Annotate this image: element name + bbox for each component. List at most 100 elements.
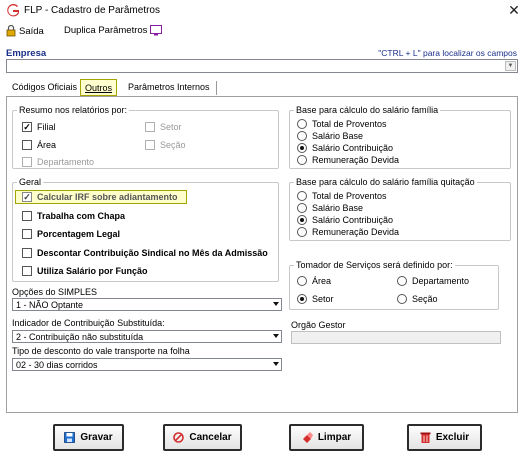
radio-tomador-departamento[interactable]: Departamento — [397, 276, 469, 286]
checkbox-box — [22, 248, 32, 258]
radio-dot — [297, 203, 307, 213]
base-quitacao-legend: Base para cálculo do salário família qui… — [296, 177, 475, 187]
checkbox-secao: Seção — [145, 140, 186, 150]
delete-label: Excluir — [435, 432, 470, 443]
checkbox-box — [22, 266, 32, 276]
radio-label: Área — [312, 276, 332, 286]
radio-label: Setor — [312, 294, 334, 304]
opcoes-simples-label: Opções do SIMPLES — [12, 287, 98, 297]
radio-quitacao-remuneracao[interactable]: Remuneração Devida — [297, 227, 399, 237]
checkbox-label: Seção — [160, 140, 186, 150]
checkbox-contribuicao-sindical[interactable]: Descontar Contribuição Sindical no Mês d… — [22, 248, 268, 258]
close-button[interactable]: ✕ — [506, 2, 522, 19]
checkbox-label: Setor — [160, 122, 182, 132]
radio-quitacao-contribuicao[interactable]: Salário Contribuição — [297, 215, 393, 225]
select-value: 02 - 30 dias corridos — [16, 360, 98, 370]
tab-label: Códigos Oficiais — [12, 82, 78, 92]
dropdown-arrow-icon — [273, 334, 279, 338]
monitor-icon — [150, 25, 163, 36]
indicador-select[interactable]: 2 - Contribuição não substituída — [12, 330, 282, 343]
radio-label: Salário Contribuição — [312, 215, 394, 225]
checkbox-label: Utiliza Salário por Função — [37, 266, 148, 276]
checkbox-porcentagem-legal[interactable]: Porcentagem Legal — [22, 229, 120, 239]
checkbox-box: ✓ — [22, 192, 32, 202]
tab-parametros-internos[interactable]: Parâmetros Internos — [126, 81, 217, 95]
eraser-icon — [302, 432, 313, 443]
checkbox-box — [22, 211, 32, 221]
tomador-legend: Tomador de Serviços será definido por: — [296, 260, 453, 270]
checkbox-label: Trabalha com Chapa — [37, 211, 126, 221]
tab-outros[interactable]: Outros — [80, 79, 118, 96]
checkbox-label: Filial — [37, 122, 56, 132]
orgao-gestor-field — [291, 331, 501, 344]
checkbox-box — [22, 229, 32, 239]
clear-button[interactable]: Limpar — [289, 424, 364, 451]
lock-icon — [6, 25, 16, 37]
radio-dot — [297, 276, 307, 286]
empresa-select[interactable]: ▼ — [6, 59, 518, 73]
clear-label: Limpar — [317, 432, 352, 443]
checkbox-label: Descontar Contribuição Sindical no Mês d… — [37, 248, 268, 258]
radio-dot — [297, 119, 307, 129]
tab-label: Parâmetros Internos — [128, 82, 210, 92]
radio-dot — [397, 276, 407, 286]
radio-familia-total[interactable]: Total de Proventos — [297, 119, 387, 129]
save-button[interactable]: Gravar — [53, 424, 124, 451]
app-logo-icon — [7, 4, 19, 17]
checkbox-label: Área — [37, 140, 57, 150]
vale-transporte-select[interactable]: 02 - 30 dias corridos — [12, 358, 282, 371]
checkbox-box — [22, 157, 32, 167]
duplicate-label: Duplica Parâmetros — [64, 25, 148, 36]
checkbox-filial[interactable]: ✓ Filial — [22, 122, 56, 132]
window-title: FLP - Cadastro de Parâmetros — [24, 5, 160, 16]
radio-tomador-secao[interactable]: Seção — [397, 294, 438, 304]
dropdown-arrow-icon — [273, 362, 279, 366]
indicador-label: Indicador de Contribuição Substituída: — [12, 318, 165, 328]
radio-quitacao-base[interactable]: Salário Base — [297, 203, 363, 213]
checkbox-box — [145, 140, 155, 150]
radio-familia-contribuicao[interactable]: Salário Contribuição — [297, 143, 393, 153]
select-value: 1 - NÃO Optante — [16, 300, 84, 310]
duplicate-params-button[interactable]: Duplica Parâmetros — [64, 25, 163, 36]
save-label: Gravar — [80, 432, 113, 443]
trash-icon — [420, 432, 431, 443]
opcoes-simples-select[interactable]: 1 - NÃO Optante — [12, 298, 282, 311]
delete-button[interactable]: Excluir — [407, 424, 482, 451]
checkbox-label: Calcular IRF sobre adiantamento — [37, 192, 178, 202]
dropdown-arrow-icon — [273, 302, 279, 306]
checkbox-box — [22, 140, 32, 150]
orgao-gestor-label: Orgão Gestor — [291, 320, 346, 330]
radio-label: Total de Proventos — [312, 119, 387, 129]
tab-label: Outros — [85, 83, 113, 93]
radio-tomador-area[interactable]: Área — [297, 276, 331, 286]
floppy-disk-icon — [64, 432, 76, 443]
vale-transporte-label: Tipo de desconto do vale transporte na f… — [12, 346, 190, 356]
checkbox-box: ✓ — [22, 122, 32, 132]
resumo-legend: Resumo nos relatórios por: — [19, 105, 128, 115]
checkbox-trabalha-chapa[interactable]: Trabalha com Chapa — [22, 211, 125, 221]
radio-label: Total de Proventos — [312, 191, 387, 201]
radio-label: Remuneração Devida — [312, 155, 400, 165]
search-hint: "CTRL + L" para localizar os campos — [378, 48, 517, 58]
base-familia-legend: Base para cálculo do salário família — [296, 105, 439, 115]
tab-codigos-oficiais[interactable]: Códigos Oficiais — [10, 81, 79, 95]
radio-dot — [297, 155, 307, 165]
radio-dot — [297, 131, 307, 141]
geral-legend: Geral — [19, 177, 42, 187]
radio-label: Salário Contribuição — [312, 143, 394, 153]
checkbox-salario-funcao[interactable]: Utiliza Salário por Função — [22, 266, 148, 276]
radio-familia-base[interactable]: Salário Base — [297, 131, 363, 141]
exit-button[interactable]: Saída — [6, 25, 44, 37]
radio-familia-remuneracao[interactable]: Remuneração Devida — [297, 155, 399, 165]
radio-quitacao-total[interactable]: Total de Proventos — [297, 191, 387, 201]
toolbar: Saída Duplica Parâmetros — [0, 22, 525, 42]
chevron-down-icon[interactable]: ▼ — [505, 61, 516, 71]
radio-label: Remuneração Devida — [312, 227, 400, 237]
empresa-label: Empresa — [6, 48, 47, 59]
radio-tomador-setor[interactable]: Setor — [297, 294, 334, 304]
radio-dot — [397, 294, 407, 304]
radio-label: Departamento — [412, 276, 470, 286]
cancel-button[interactable]: Cancelar — [163, 424, 242, 451]
checkbox-calcular-irf[interactable]: ✓ Calcular IRF sobre adiantamento — [22, 192, 178, 202]
checkbox-area[interactable]: Área — [22, 140, 56, 150]
